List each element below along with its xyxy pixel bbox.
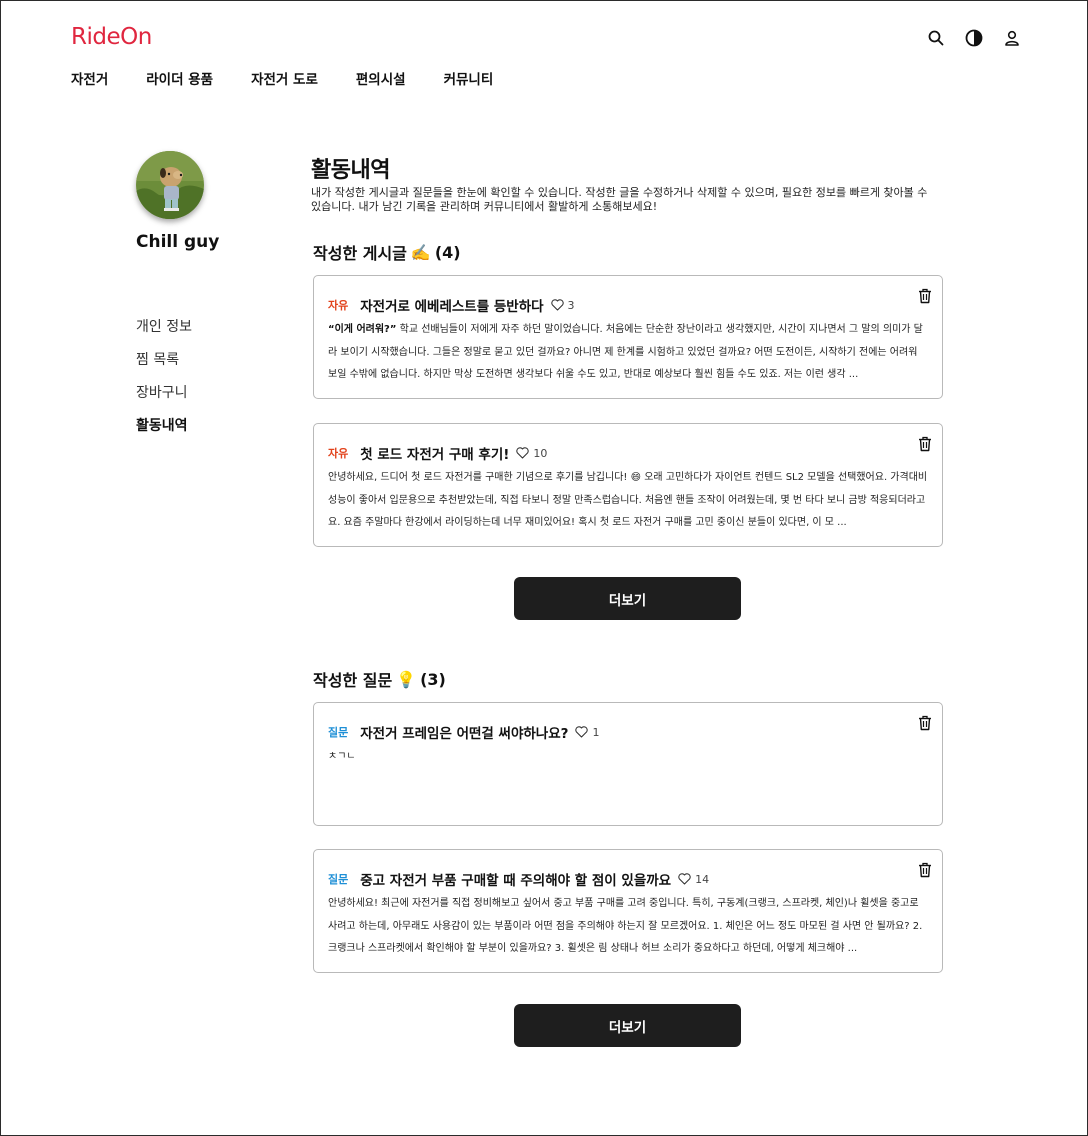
- page-description: 내가 작성한 게시글과 질문들을 한눈에 확인할 수 있습니다. 작성한 글을 …: [311, 186, 928, 213]
- question-title[interactable]: 중고 자전거 부품 구매할 때 주의해야 할 점이 있을까요: [360, 869, 671, 889]
- nav-item-bike-road[interactable]: 자전거 도로: [251, 68, 318, 88]
- card-header: 질문 자전거 프레임은 어떤걸 써야하나요? 1: [328, 722, 599, 743]
- nav-item-bicycle[interactable]: 자전거: [71, 68, 108, 88]
- question-excerpt-text: 안녕하세요! 최근에 자전거를 직접 정비해보고 싶어서 중고 부품 구매를 고…: [328, 898, 923, 954]
- post-card[interactable]: 자유 자전거로 에베레스트를 등반하다 3 “이게 어려워?” 학교 선배님들이…: [313, 275, 943, 399]
- nav-item-rider-gear[interactable]: 라이더 용품: [146, 68, 213, 88]
- questions-more-button[interactable]: 더보기: [514, 1004, 741, 1047]
- questions-title-text: 작성한 질문: [313, 671, 393, 690]
- question-excerpt-text: ㅊㄱㄴ: [328, 751, 356, 762]
- question-excerpt: 안녕하세요! 최근에 자전거를 직접 정비해보고 싶어서 중고 부품 구매를 고…: [328, 893, 928, 961]
- category-tag: 질문: [328, 726, 349, 739]
- posts-title-text: 작성한 게시글: [313, 244, 407, 263]
- category-tag: 자유: [328, 447, 349, 460]
- like-number: 3: [567, 298, 575, 312]
- heart-icon: [550, 299, 564, 311]
- like-number: 1: [592, 725, 600, 739]
- card-header: 자유 자전거로 에베레스트를 등반하다 3: [328, 295, 575, 316]
- main-nav: 자전거 라이더 용품 자전거 도로 편의시설 커뮤니티: [71, 68, 493, 88]
- like-count: 10: [516, 447, 547, 460]
- light-bulb-icon: 💡: [396, 669, 417, 689]
- like-count: 3: [550, 298, 575, 312]
- like-number: 10: [533, 446, 548, 460]
- post-card[interactable]: 자유 첫 로드 자전거 구매 후기! 10 안녕하세요, 드디어 첫 로드 자전…: [313, 423, 943, 547]
- user-icon[interactable]: [1002, 28, 1022, 48]
- post-excerpt-text: 학교 선배님들이 저에게 자주 하던 말이었습니다. 처음에는 단순한 장난이라…: [328, 324, 923, 380]
- like-number: 14: [695, 872, 710, 886]
- nav-item-community[interactable]: 커뮤니티: [444, 68, 494, 88]
- questions-count: (3): [420, 669, 446, 689]
- category-tag: 질문: [328, 873, 349, 886]
- trash-icon[interactable]: [918, 862, 932, 878]
- header-icons: [926, 28, 1022, 48]
- posts-count: (4): [434, 242, 461, 262]
- heart-icon: [575, 726, 589, 738]
- post-title[interactable]: 자전거로 에베레스트를 등반하다: [360, 295, 543, 315]
- side-item-activity[interactable]: 활동내역: [136, 417, 192, 450]
- post-title[interactable]: 첫 로드 자전거 구매 후기!: [360, 443, 509, 463]
- logo[interactable]: RideOn: [71, 24, 152, 50]
- posts-more-button[interactable]: 더보기: [514, 577, 741, 620]
- trash-icon[interactable]: [918, 436, 932, 452]
- like-count: 1: [575, 726, 599, 739]
- post-excerpt-lead: “이게 어려워?”: [328, 324, 397, 335]
- post-excerpt: 안녕하세요, 드디어 첫 로드 자전거를 구매한 기념으로 후기를 남깁니다! …: [328, 467, 928, 535]
- question-card[interactable]: 질문 중고 자전거 부품 구매할 때 주의해야 할 점이 있을까요 14 안녕하…: [313, 849, 943, 973]
- trash-icon[interactable]: [918, 715, 932, 731]
- side-item-personal-info[interactable]: 개인 정보: [136, 318, 192, 351]
- heart-icon: [516, 447, 530, 459]
- card-header: 자유 첫 로드 자전거 구매 후기! 10: [328, 443, 547, 464]
- questions-section-title: 작성한 질문 💡 (3): [313, 667, 446, 691]
- question-excerpt: ㅊㄱㄴ: [328, 746, 928, 814]
- question-title[interactable]: 자전거 프레임은 어떤걸 써야하나요?: [360, 722, 568, 742]
- side-item-cart[interactable]: 장바구니: [136, 384, 192, 417]
- post-excerpt: “이게 어려워?” 학교 선배님들이 저에게 자주 하던 말이었습니다. 처음에…: [328, 319, 928, 387]
- post-excerpt-text: 안녕하세요, 드디어 첫 로드 자전거를 구매한 기념으로 후기를 남깁니다! …: [328, 472, 928, 528]
- category-tag: 자유: [328, 299, 349, 312]
- username: Chill guy: [136, 232, 220, 252]
- trash-icon[interactable]: [918, 288, 932, 304]
- search-icon[interactable]: [926, 28, 946, 48]
- writing-hand-icon: ✍️: [410, 242, 431, 262]
- side-menu: 개인 정보 찜 목록 장바구니 활동내역: [136, 318, 192, 450]
- heart-icon: [678, 873, 691, 885]
- question-card[interactable]: 질문 자전거 프레임은 어떤걸 써야하나요? 1 ㅊㄱㄴ: [313, 702, 943, 826]
- posts-section-title: 작성한 게시글 ✍️ (4): [313, 240, 461, 264]
- side-item-wishlist[interactable]: 찜 목록: [136, 351, 192, 384]
- card-header: 질문 중고 자전거 부품 구매할 때 주의해야 할 점이 있을까요 14: [328, 869, 709, 890]
- nav-item-facilities[interactable]: 편의시설: [356, 68, 406, 88]
- page-title: 활동내역: [311, 158, 390, 183]
- like-count: 14: [678, 873, 709, 886]
- avatar: [136, 151, 204, 219]
- contrast-icon[interactable]: [964, 28, 984, 48]
